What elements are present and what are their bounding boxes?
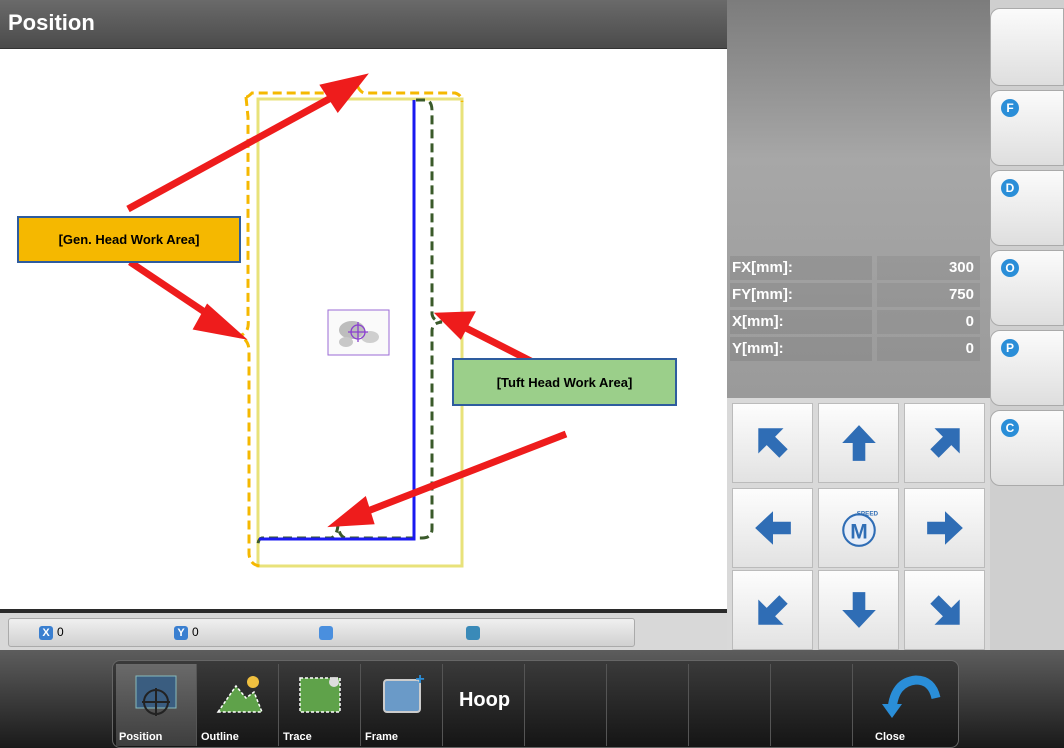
arrow-down-icon	[841, 592, 876, 628]
x-value: 0	[877, 310, 980, 334]
layers-icon	[319, 625, 337, 640]
close-label: Close	[875, 731, 905, 743]
info-row-x: X[mm]: 0	[727, 310, 990, 336]
status-x: X0	[39, 625, 64, 640]
title-bar: Position	[0, 0, 727, 49]
y-label: Y[mm]:	[730, 337, 872, 361]
arrow-up-icon	[841, 425, 876, 461]
arrow-down-left-icon	[757, 595, 788, 625]
tool-frame-move-button[interactable]: F	[990, 90, 1064, 166]
y-value: 0	[877, 337, 980, 361]
move-down-right-button[interactable]	[904, 570, 985, 650]
trace-label: Trace	[283, 731, 312, 743]
status-y: Y0	[174, 625, 199, 640]
move-up-right-button[interactable]	[904, 403, 985, 483]
outline-label: Outline	[201, 731, 239, 743]
empty-slot-4	[772, 664, 853, 746]
info-row-fy: FY[mm]: 750	[727, 283, 990, 309]
fy-value: 750	[877, 283, 980, 307]
move-up-left-button[interactable]	[732, 403, 813, 483]
info-row-y: Y[mm]: 0	[727, 337, 990, 363]
trace-button[interactable]: Trace	[280, 664, 361, 746]
arrow-right-icon	[926, 511, 963, 545]
outline-icon	[216, 676, 264, 713]
status-x-value: 0	[57, 625, 64, 639]
trace-icon	[299, 677, 341, 713]
jog-pad: M SPEED	[727, 398, 990, 650]
move-left-button[interactable]	[732, 488, 813, 568]
empty-slot-3	[690, 664, 771, 746]
status-bar: X0 Y0	[0, 613, 727, 650]
position-icon	[135, 675, 177, 716]
rotate-icon	[466, 625, 484, 640]
tool-position-set-button[interactable]: P	[990, 330, 1064, 406]
outline-button[interactable]: Outline	[198, 664, 279, 746]
arrow-down-right-icon	[929, 595, 960, 625]
arrow-up-right-icon	[929, 428, 960, 458]
work-canvas[interactable]: [Gen. Head Work Area] [Tuft Head Work Ar…	[0, 49, 727, 609]
origin-return-icon: O	[1001, 259, 1019, 277]
tool-column: F D O P C	[990, 0, 1064, 650]
fy-label: FY[mm]:	[730, 283, 872, 307]
move-up-button[interactable]	[818, 403, 899, 483]
info-row-fx: FX[mm]: 300	[727, 256, 990, 282]
arrow-up-left-icon	[757, 428, 788, 458]
empty-slot-1	[526, 664, 607, 746]
frame-label: Frame	[365, 731, 399, 743]
tool-needle-down-button[interactable]: D	[990, 170, 1064, 246]
close-button[interactable]: Close	[872, 664, 953, 746]
move-down-left-button[interactable]	[732, 570, 813, 650]
position-label: Position	[119, 731, 163, 743]
center-icon: C	[1001, 419, 1019, 437]
move-right-button[interactable]	[904, 488, 985, 568]
x-coord-icon: X	[39, 625, 53, 640]
position-set-icon: P	[1001, 339, 1019, 357]
svg-text:M: M	[850, 521, 868, 544]
blank-tool-button[interactable]	[990, 8, 1064, 86]
info-panel: FX[mm]: 300 FY[mm]: 750 X[mm]: 0 Y[mm]: …	[727, 0, 990, 398]
work-area-diagram	[126, 73, 568, 568]
needle-down-icon: D	[1001, 179, 1019, 197]
empty-slot-2	[608, 664, 689, 746]
tuft-head-callout: [Tuft Head Work Area]	[452, 358, 677, 406]
position-button[interactable]: Position	[116, 664, 197, 746]
status-inner: X0 Y0	[8, 618, 635, 647]
speed-m-icon: M SPEED	[841, 510, 878, 547]
gen-head-callout: [Gen. Head Work Area]	[17, 216, 241, 263]
annotation-arrows	[126, 73, 568, 528]
x-label: X[mm]:	[730, 310, 872, 334]
tool-origin-button[interactable]: O	[990, 250, 1064, 326]
status-y-value: 0	[192, 625, 199, 639]
fx-label: FX[mm]:	[730, 256, 872, 280]
y-coord-icon: Y	[174, 625, 188, 640]
move-down-button[interactable]	[818, 570, 899, 650]
fx-value: 300	[877, 256, 980, 280]
speed-button[interactable]: M SPEED	[818, 488, 899, 568]
frame-move-icon: F	[1001, 99, 1019, 117]
svg-text:+: +	[415, 671, 424, 688]
tool-center-button[interactable]: C	[990, 410, 1064, 486]
bottom-toolbar: Position Outline Trace + Frame Hoop Clos…	[0, 650, 1064, 748]
svg-text:SPEED: SPEED	[856, 510, 878, 517]
frame-icon: +	[383, 671, 425, 713]
arrow-left-icon	[754, 511, 791, 545]
hoop-button[interactable]: Hoop	[444, 664, 525, 746]
hoop-label: Hoop	[458, 689, 511, 711]
close-return-icon	[882, 675, 941, 718]
frame-button[interactable]: + Frame	[362, 664, 443, 746]
page-title: Position	[8, 10, 95, 35]
